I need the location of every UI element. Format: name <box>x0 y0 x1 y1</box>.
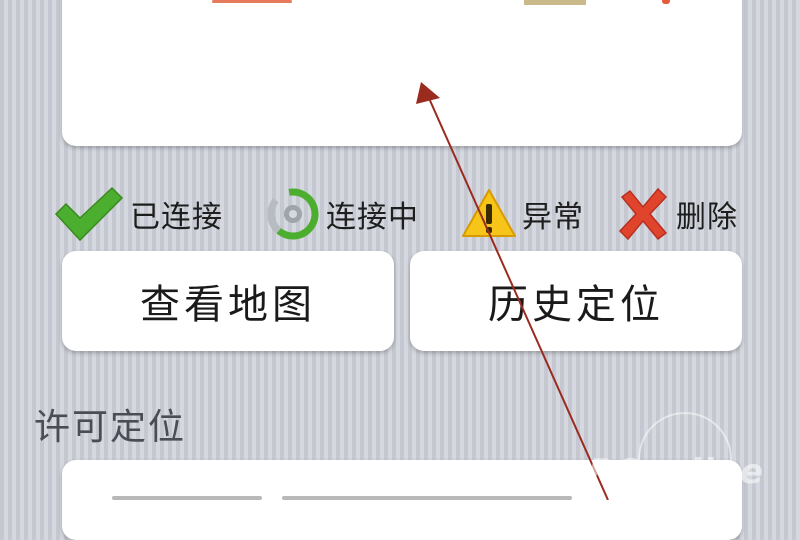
connecting-ring-icon <box>267 188 319 240</box>
top-panel-partial-icon <box>662 0 670 4</box>
legend-connecting-label: 连接中 <box>326 200 419 235</box>
cross-icon <box>618 187 668 241</box>
list-item-partial-text <box>112 496 262 500</box>
legend-abnormal-label: 异常 <box>522 200 584 235</box>
legend-connected: 已连接 <box>52 182 223 246</box>
legend-connecting: 连接中 <box>264 182 419 246</box>
watermark-text: PConline <box>588 452 765 492</box>
legend-connected-label: 已连接 <box>130 200 223 235</box>
top-panel-partial-content <box>212 0 292 3</box>
legend-abnormal: 异常 <box>460 182 584 246</box>
view-map-button[interactable]: 查看地图 <box>62 251 394 351</box>
status-legend: 已连接 连接中 异常 删除 <box>52 182 752 246</box>
top-panel-partial-badge <box>524 0 586 5</box>
legend-deleted-label: 删除 <box>676 200 738 235</box>
section-title: 许可定位 <box>34 407 187 448</box>
check-icon <box>54 186 124 242</box>
list-item-partial-text <box>282 496 572 500</box>
legend-deleted: 删除 <box>614 182 738 246</box>
top-panel <box>62 0 742 146</box>
warning-icon <box>462 189 516 237</box>
history-location-button[interactable]: 历史定位 <box>410 251 742 351</box>
